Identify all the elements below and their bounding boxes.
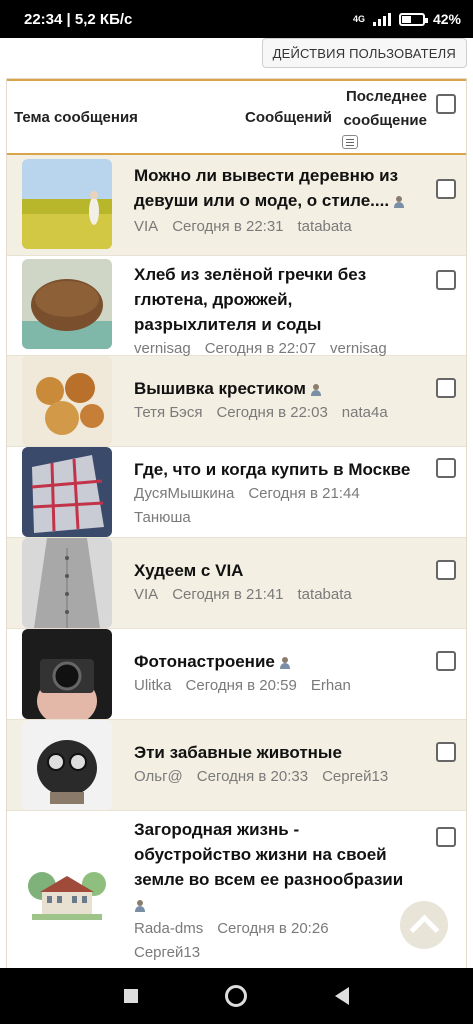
dress-photo[interactable]: [22, 538, 112, 628]
topic-date: Сегодня в 22:31: [172, 218, 284, 235]
building-photo[interactable]: [22, 447, 112, 537]
topic-date: Сегодня в 20:26: [217, 920, 329, 937]
bread-photo[interactable]: [22, 259, 112, 349]
scroll-to-top-button[interactable]: [400, 901, 448, 949]
table-header: Тема сообщения Сообщений Последнее сообщ…: [7, 79, 466, 155]
topic-date: Сегодня в 21:41: [172, 586, 284, 603]
topic-title[interactable]: Эти забавные животные: [134, 740, 426, 765]
topic-title[interactable]: Вышивка крестиком: [134, 376, 426, 401]
topic-meta: VIA Сегодня в 22:31 tatabata: [134, 215, 426, 239]
status-time-speed: 22:34 | 5,2 КБ/с: [24, 10, 133, 28]
battery-level: 42%: [432, 11, 461, 27]
person-icon: [310, 383, 322, 396]
row-checkbox[interactable]: [436, 742, 456, 762]
last-author[interactable]: nata4a: [342, 404, 388, 421]
teddy-photo[interactable]: [22, 356, 112, 446]
pug-photo[interactable]: [22, 720, 112, 810]
topic-title[interactable]: Где, что и когда купить в Москве: [134, 457, 426, 482]
topic-meta: Ольг@ Сегодня в 20:33 Сергей13: [134, 765, 426, 789]
last-author[interactable]: Сергей13: [134, 944, 200, 961]
topic-date: Сегодня в 22:07: [204, 340, 317, 357]
home-icon[interactable]: [225, 985, 248, 1007]
topic-date: Сегодня в 20:59: [185, 677, 297, 694]
table-row[interactable]: Где, что и когда купить в Москве ДусяМыш…: [7, 447, 466, 538]
topic-date: Сегодня в 20:33: [196, 768, 309, 785]
last-author[interactable]: Танюша: [134, 509, 191, 526]
network-type: 4G: [352, 14, 365, 24]
row-checkbox[interactable]: [436, 270, 456, 290]
last-author[interactable]: Erhan: [311, 677, 351, 694]
topic-meta: VIA Сегодня в 21:41 tatabata: [134, 583, 426, 607]
person-icon: [134, 899, 146, 912]
person-icon: [393, 195, 405, 208]
header-topic[interactable]: Тема сообщения: [14, 109, 138, 126]
topic-author[interactable]: Ulitka: [134, 677, 172, 694]
topic-meta: ДусяМышкина Сегодня в 21:44 Танюша: [134, 482, 426, 530]
last-author[interactable]: vernisag: [330, 340, 387, 357]
topic-title[interactable]: Худеем с VIA: [134, 558, 426, 583]
header-last-post[interactable]: Последнее сообщение: [337, 85, 427, 133]
user-actions-button[interactable]: ДЕЙСТВИЯ ПОЛЬЗОВАТЕЛЯ: [261, 38, 467, 68]
row-checkbox[interactable]: [436, 378, 456, 398]
topic-meta: Ulitka Сегодня в 20:59 Erhan: [134, 674, 426, 698]
header-count[interactable]: Сообщений: [245, 109, 332, 126]
table-row[interactable]: Хлеб из зелёной гречки без глютена, дрожж…: [7, 256, 466, 357]
topic-author[interactable]: VIA: [134, 218, 158, 235]
field-photo[interactable]: [22, 159, 112, 249]
topic-date: Сегодня в 21:44: [248, 485, 360, 502]
header-last-line1: Последнее: [345, 88, 427, 105]
recent-apps-icon[interactable]: [123, 989, 138, 1003]
table-row[interactable]: Эти забавные животные Ольг@ Сегодня в 20:…: [7, 720, 466, 811]
battery-icon: [398, 12, 428, 26]
topic-date: Сегодня в 22:03: [216, 404, 328, 421]
house-photo[interactable]: [22, 846, 112, 936]
topic-title[interactable]: Загородная жизнь - обустройство жизни на …: [134, 817, 426, 917]
table-row[interactable]: Худеем с VIA VIA Сегодня в 21:41 tatabata: [7, 538, 466, 629]
topic-meta: Rada-dms Сегодня в 20:26 Сергей13: [134, 917, 426, 965]
topic-author[interactable]: ДусяМышкина: [134, 485, 234, 502]
topic-author[interactable]: VIA: [134, 586, 158, 603]
signal-icon: [372, 12, 391, 26]
sort-icon[interactable]: [342, 135, 358, 149]
status-bar: 22:34 | 5,2 КБ/с 4G 42%: [0, 0, 473, 38]
person-icon: [279, 656, 291, 669]
topics-table: Тема сообщения Сообщений Последнее сообщ…: [6, 78, 467, 970]
table-row[interactable]: Загородная жизнь - обустройство жизни на …: [7, 811, 466, 969]
topic-title[interactable]: Хлеб из зелёной гречки без глютена, дрожж…: [134, 262, 426, 337]
row-checkbox[interactable]: [436, 560, 456, 580]
last-author[interactable]: Сергей13: [322, 768, 388, 785]
camera-photo[interactable]: [22, 629, 112, 719]
table-row[interactable]: Фотонастроение Ulitka Сегодня в 20:59 Erha…: [7, 629, 466, 720]
row-checkbox[interactable]: [436, 651, 456, 671]
topic-author[interactable]: vernisag: [134, 340, 191, 357]
topic-title[interactable]: Фотонастроение: [134, 649, 426, 674]
system-nav-bar: [0, 968, 473, 1024]
topic-title[interactable]: Можно ли вывести деревню из девуши или о …: [134, 163, 426, 213]
header-last-line2: сообщение: [343, 112, 427, 129]
topic-author[interactable]: Тетя Бэся: [134, 404, 202, 421]
row-checkbox[interactable]: [436, 179, 456, 199]
topic-meta: Тетя Бэся Сегодня в 22:03 nata4a: [134, 401, 426, 425]
top-toolbar: ДЕЙСТВИЯ ПОЛЬЗОВАТЕЛЯ: [0, 38, 473, 76]
row-checkbox[interactable]: [436, 458, 456, 478]
last-author[interactable]: tatabata: [298, 586, 352, 603]
row-checkbox[interactable]: [436, 827, 456, 847]
select-all-checkbox[interactable]: [436, 94, 456, 114]
table-row[interactable]: Можно ли вывести деревню из девуши или о …: [7, 155, 466, 256]
last-author[interactable]: tatabata: [298, 218, 352, 235]
table-row[interactable]: Вышивка крестиком Тетя Бэся Сегодня в 22:…: [7, 356, 466, 447]
topic-author[interactable]: Rada-dms: [134, 920, 203, 937]
topic-author[interactable]: Ольг@: [134, 768, 183, 785]
back-icon[interactable]: [335, 987, 350, 1005]
